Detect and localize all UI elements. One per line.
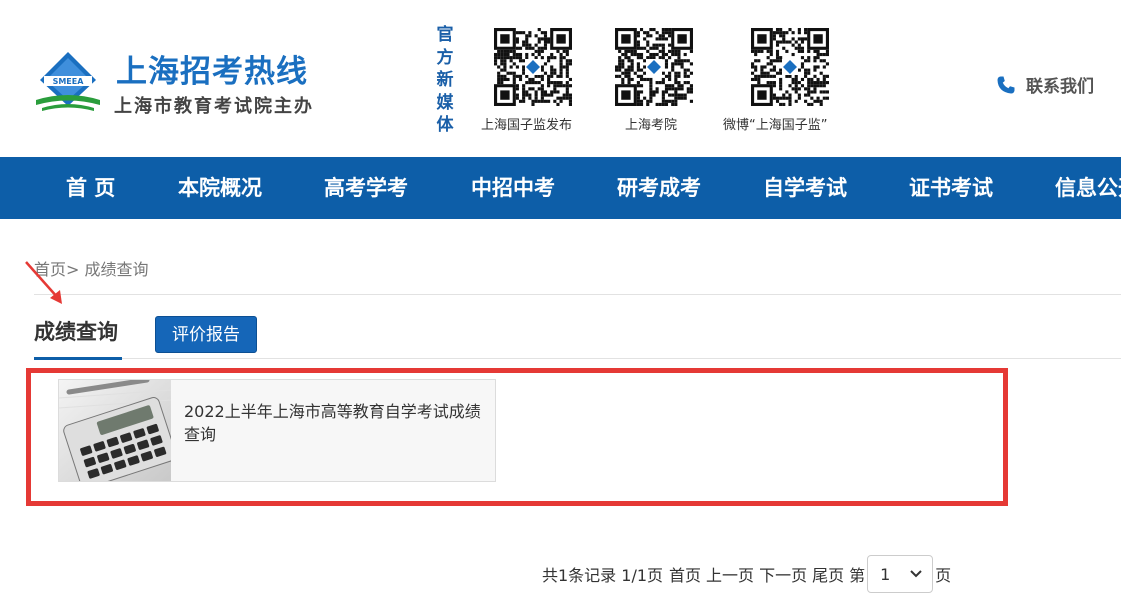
emblem-text: SMEEA — [53, 77, 85, 86]
calculator-thumbnail — [59, 380, 171, 481]
nav-item-home[interactable]: 首 页 — [66, 157, 115, 219]
nav-item-yankao[interactable]: 研考成考 — [617, 157, 701, 219]
breadcrumb-divider — [34, 294, 1121, 295]
pagination-prev[interactable]: 上一页 — [706, 562, 754, 586]
nav-item-zixue[interactable]: 自学考试 — [763, 157, 847, 219]
nav-item-about[interactable]: 本院概况 — [178, 157, 262, 219]
nav-item-gaokao[interactable]: 高考学考 — [324, 157, 408, 219]
qr-code-icon — [615, 28, 693, 106]
nav-item-info[interactable]: 信息公开 — [1055, 157, 1121, 219]
official-media-label: 官方新媒体 — [436, 25, 454, 135]
page-select[interactable]: 1 — [867, 555, 934, 593]
qr-code-icon — [751, 28, 829, 106]
phone-icon — [997, 76, 1015, 93]
qr-code-2 — [615, 28, 693, 106]
contact-us-label: 联系我们 — [1026, 77, 1094, 97]
nav-item-certificate[interactable]: 证书考试 — [909, 157, 993, 219]
result-card[interactable]: 2022上半年上海市高等教育自学考试成绩查询 — [58, 379, 496, 482]
pagination-page-suffix: 页 — [935, 566, 952, 585]
pagination: 共1条记录 1/1页 首页 上一页 下一页 尾页 第 1 页 — [542, 550, 951, 598]
pagination-next[interactable]: 下一页 — [759, 562, 807, 586]
tab-score-query[interactable]: 成绩查询 — [34, 316, 118, 346]
pagination-page-prefix: 第 — [849, 566, 866, 585]
main-nav: 首 页 本院概况 高考学考 中招中考 研考成考 自学考试 证书考试 信息公开 — [0, 157, 1121, 219]
site-header: SMEEA 上海招考热线 上海市教育考试院主办 官方新媒体 上海国子监发布 上海… — [0, 0, 1121, 157]
smeea-emblem-icon: SMEEA — [36, 52, 100, 111]
logo-subtitle: 上海市教育考试院主办 — [114, 96, 314, 117]
qr-caption-3: 微博“上海国子监” — [723, 118, 828, 133]
pagination-first[interactable]: 首页 — [669, 562, 701, 586]
qr-code-3 — [751, 28, 829, 106]
page-select-value: 1 — [880, 564, 891, 584]
pagination-summary: 共1条记录 1/1页 — [542, 566, 664, 585]
result-title[interactable]: 2022上半年上海市高等教育自学考试成绩查询 — [184, 400, 492, 446]
logo-title: 上海招考热线 — [116, 54, 308, 90]
pagination-last[interactable]: 尾页 — [812, 562, 844, 586]
tab-divider — [34, 358, 1121, 359]
qr-code-1 — [494, 28, 572, 106]
chevron-down-icon — [910, 570, 922, 578]
qr-caption-2: 上海考院 — [625, 118, 678, 133]
site-logo[interactable]: SMEEA 上海招考热线 上海市教育考试院主办 — [34, 44, 324, 120]
calculator-icon — [59, 380, 171, 481]
nav-item-zhongkao[interactable]: 中招中考 — [471, 157, 555, 219]
qr-caption-1: 上海国子监发布 — [481, 118, 573, 133]
evaluation-report-button[interactable]: 评价报告 — [155, 316, 257, 353]
qr-code-icon — [494, 28, 572, 106]
breadcrumb-current: 成绩查询 — [84, 260, 149, 279]
annotation-arrow-icon — [25, 261, 62, 304]
contact-us-link[interactable]: 联系我们 — [996, 72, 1094, 97]
active-tab-indicator — [34, 357, 122, 360]
